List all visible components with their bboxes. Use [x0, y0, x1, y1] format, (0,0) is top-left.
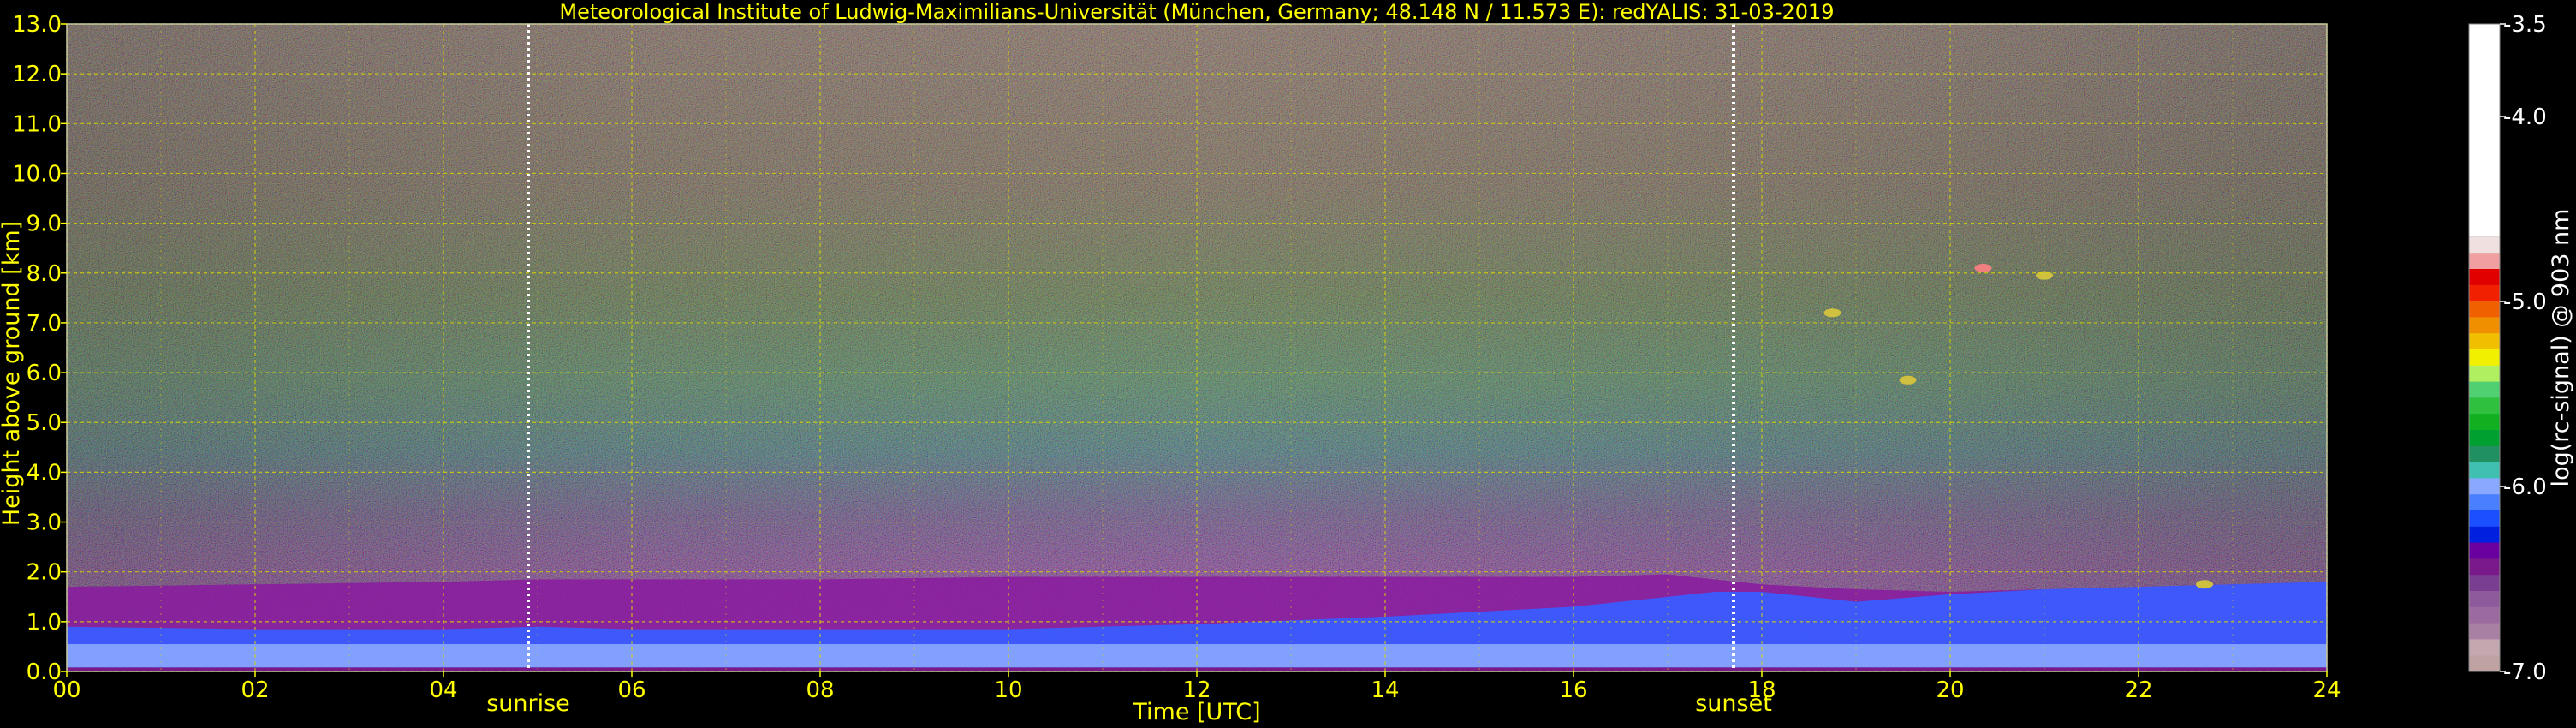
x-tick-label: 22 — [2124, 677, 2152, 703]
y-tick-label: 8.0 — [27, 261, 62, 287]
colorbar-segment — [2469, 381, 2500, 398]
colorbar-segment — [2469, 269, 2500, 286]
colorbar-segment — [2469, 558, 2500, 576]
colorbar-tick-label: -5.0 — [2503, 289, 2547, 315]
cloud-feature — [1974, 263, 1992, 272]
y-axis-label: Height above ground [km] — [0, 221, 25, 526]
colorbar-segment — [2469, 317, 2500, 334]
chart-title: Meteorological Institute of Ludwig-Maxim… — [559, 0, 1834, 24]
x-tick-label: 20 — [1936, 677, 1964, 703]
x-tick-label: 06 — [617, 677, 645, 703]
colorbar-tick-label: -3.5 — [2503, 12, 2547, 38]
y-tick-label: 11.0 — [12, 111, 62, 137]
colorbar-tick-label: -7.0 — [2503, 659, 2547, 685]
colorbar-segment — [2469, 397, 2500, 415]
y-tick-label: 1.0 — [27, 610, 62, 636]
colorbar-segment — [2469, 606, 2500, 624]
x-tick-label: 18 — [1747, 677, 1776, 703]
y-tick-label: 13.0 — [12, 12, 62, 38]
x-tick-label: 08 — [806, 677, 834, 703]
colorbar-segment — [2469, 236, 2500, 254]
x-tick-label: 14 — [1371, 677, 1399, 703]
colorbar-segment — [2469, 639, 2500, 656]
cloud-feature — [1823, 308, 1841, 318]
colorbar-segment — [2469, 414, 2500, 431]
x-tick-label: 16 — [1559, 677, 1587, 703]
y-tick-label: 6.0 — [27, 361, 62, 386]
y-tick-label: 4.0 — [27, 460, 62, 486]
colorbar-segment — [2469, 462, 2500, 479]
x-tick-label: 10 — [994, 677, 1022, 703]
x-tick-label: 24 — [2312, 677, 2341, 703]
colorbar-segment — [2469, 623, 2500, 640]
colorbar-tick-label: -4.0 — [2503, 104, 2547, 130]
cloud-feature — [2196, 580, 2213, 589]
y-tick-label: 3.0 — [27, 510, 62, 536]
colorbar-segment — [2469, 526, 2500, 544]
colorbar-segment — [2469, 478, 2500, 495]
y-tick-label: 5.0 — [27, 410, 62, 436]
colorbar-segment — [2469, 333, 2500, 350]
y-tick-label: 9.0 — [27, 212, 62, 237]
colorbar-tick-label: -6.0 — [2503, 474, 2547, 500]
colorbar-segment — [2469, 575, 2500, 592]
x-tick-label: 02 — [241, 677, 269, 703]
colorbar-segment — [2469, 655, 2500, 672]
colorbar: -3.5 -4.0 -5.0 -6.0 -7.0 — [2468, 12, 2547, 685]
colorbar-segment — [2469, 284, 2500, 302]
y-tick-label: 12.0 — [12, 62, 62, 87]
colorbar-segment — [2469, 301, 2500, 318]
colorbar-segment — [2469, 445, 2500, 463]
x-axis-label: Time [UTC] — [1132, 699, 1260, 725]
colorbar-segment — [2469, 253, 2500, 270]
colorbar-segment — [2469, 24, 2500, 237]
y-tick-label: 10.0 — [12, 161, 62, 187]
y-tick-label: 2.0 — [27, 560, 62, 586]
x-tick-label: 04 — [429, 677, 457, 703]
colorbar-label: log(rc-signal) @ 903 nm — [2548, 209, 2574, 487]
y-tick-label: 0.0 — [27, 659, 62, 685]
colorbar-segment — [2469, 542, 2500, 559]
lidar-chart: sunrise sunset 00 02 04 06 08 10 12 14 16 18 20 22 24… — [0, 0, 2574, 725]
colorbar-segment — [2469, 365, 2500, 383]
colorbar-segment — [2469, 349, 2500, 367]
y-tick-label: 7.0 — [27, 311, 62, 337]
colorbar-segment — [2469, 430, 2500, 447]
colorbar-segment — [2469, 510, 2500, 528]
colorbar-segment — [2469, 494, 2500, 511]
colorbar-segment — [2469, 591, 2500, 608]
cloud-feature — [1899, 375, 1917, 385]
event-label: sunrise — [486, 690, 570, 717]
